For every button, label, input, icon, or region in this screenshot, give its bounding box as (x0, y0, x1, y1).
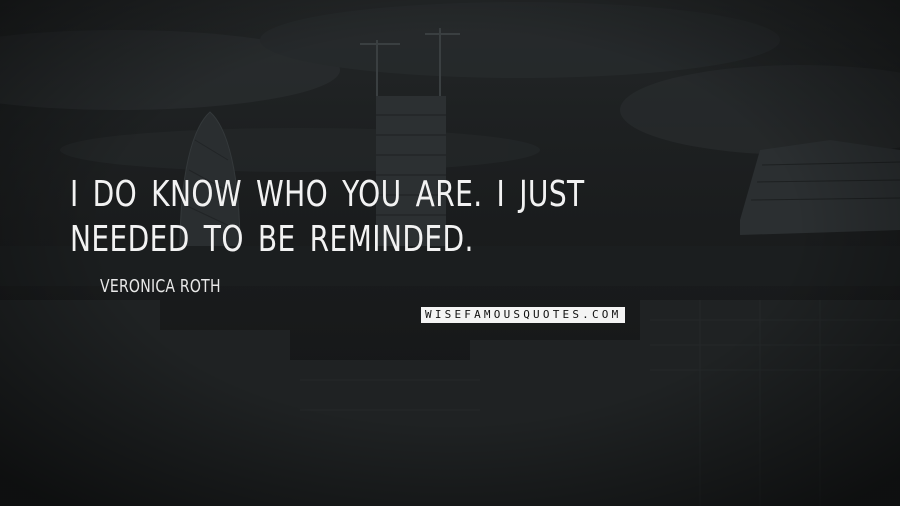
quote-text: I do know who you are. I just needed to … (70, 174, 585, 260)
author-name: Veronica Roth (100, 276, 221, 297)
watermark-badge: WISEFAMOUSQUOTES.COM (421, 307, 626, 323)
quote-card: I do know who you are. I just needed to … (0, 0, 900, 506)
